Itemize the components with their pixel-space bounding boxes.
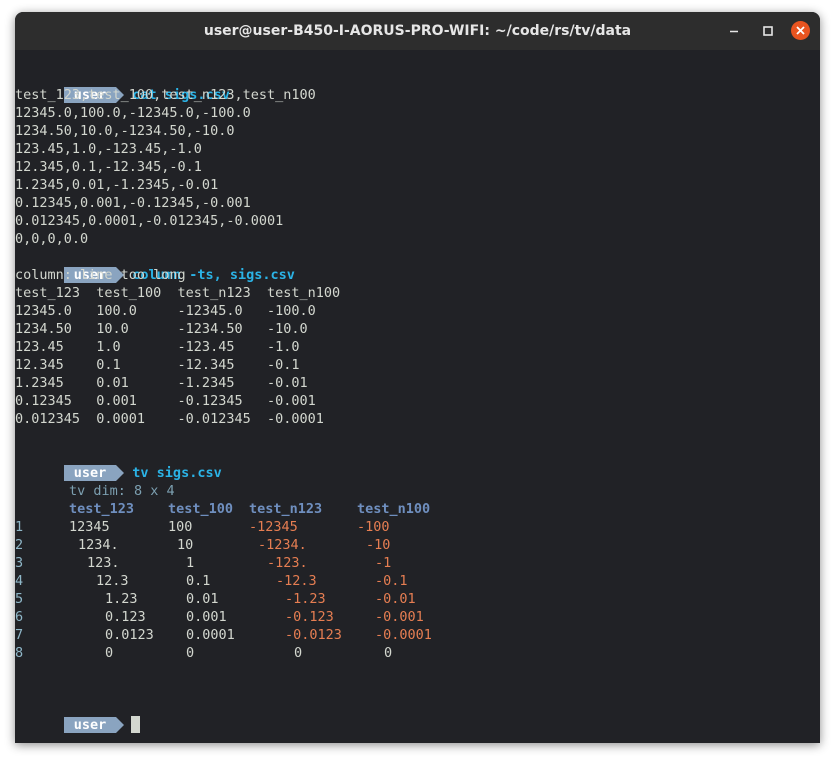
tv-header-test-n100: test_n100 [357, 501, 431, 517]
output-line: 1.2345,0.01,-1.2345,-0.01 [15, 177, 219, 193]
cell-test-n123: -1234. [258, 537, 307, 553]
cell-test-100: 0.001 [186, 609, 227, 625]
warning-line: column: line too long [15, 267, 186, 283]
row-number: 7 [15, 627, 24, 643]
cell-test-n123: -123. [267, 555, 308, 571]
row-number: 5 [15, 591, 24, 607]
row-number: 8 [15, 645, 24, 661]
output-line: 0,0,0,0.0 [15, 231, 89, 247]
terminal-window: user@user-B450-I-AORUS-PRO-WIFI: ~/code/… [15, 12, 820, 743]
cell-test-n123: -12345 [249, 519, 298, 535]
close-icon[interactable] [791, 21, 810, 40]
tv-header-test-n123: test_n123 [249, 501, 323, 517]
tv-row: 1 12345 100 -12345 -100 [15, 518, 820, 536]
prompt-line-tv: user tv sigs.csv [15, 446, 820, 481]
cell-test-123: 1.23 [105, 591, 138, 607]
row-number: 4 [15, 573, 24, 589]
output-line: test_123,test_100,test_n123,test_n100 [15, 87, 316, 103]
output-line: 0.12345,0.001,-0.12345,-0.001 [15, 195, 251, 211]
maximize-icon[interactable] [758, 21, 778, 41]
cell-test-n100: -1 [375, 555, 392, 571]
output-line: 123.45,1.0,-123.45,-1.0 [15, 141, 202, 157]
cell-test-100: 0.1 [186, 573, 211, 589]
tv-output: tv dim: 8 x 4 test_123 test_100 test_n12… [15, 482, 820, 662]
minimize-icon[interactable] [724, 21, 744, 41]
cell-test-123: 123. [87, 555, 120, 571]
output-line: 0.12345 0.001 -0.12345 -0.001 [15, 393, 316, 409]
cell-test-n100: 0 [384, 645, 393, 661]
cell-test-123: 0.0123 [105, 627, 154, 643]
window-title: user@user-B450-I-AORUS-PRO-WIFI: ~/code/… [203, 23, 632, 39]
cell-test-n100: -0.1 [375, 573, 408, 589]
cell-test-n100: -100 [357, 519, 390, 535]
output-line: 1234.50 10.0 -1234.50 -10.0 [15, 321, 308, 337]
tv-header-row: test_123 test_100 test_n123 test_n100 [15, 500, 820, 518]
cell-test-123: 0.123 [105, 609, 146, 625]
prompt-line-column: user column -ts, sigs.csv [15, 248, 820, 283]
prompt-line-cat: user cat sigs.csv [15, 68, 820, 103]
output-line: 1.2345 0.01 -1.2345 -0.01 [15, 375, 308, 391]
output-line: 12345.0 100.0 -12345.0 -100.0 [15, 303, 316, 319]
tv-header-test-123: test_123 [69, 501, 135, 517]
output-line: test_123 test_100 test_n123 test_n100 [15, 285, 341, 301]
text-cursor[interactable] [131, 716, 141, 733]
cell-test-100: 100 [168, 519, 193, 535]
tv-row: 4 12.3 0.1 -12.3 -0.1 [15, 572, 820, 590]
cell-test-n100: -0.01 [375, 591, 416, 607]
row-number: 1 [15, 519, 24, 535]
column-output: column: line too long test_123 test_100 … [15, 266, 820, 428]
cell-test-n123: 0 [294, 645, 303, 661]
cell-test-n100: -10 [366, 537, 391, 553]
tv-row: 7 0.0123 0.0001 -0.0123 -0.0001 [15, 626, 820, 644]
title-bar[interactable]: user@user-B450-I-AORUS-PRO-WIFI: ~/code/… [15, 12, 820, 50]
cell-test-100: 10 [177, 537, 194, 553]
cell-test-n100: -0.001 [375, 609, 424, 625]
cell-test-n123: -0.0123 [285, 627, 342, 643]
cell-test-123: 12.3 [96, 573, 129, 589]
tv-row: 2 1234. 10 -1234. -10 [15, 536, 820, 554]
cell-test-n123: -0.123 [285, 609, 334, 625]
output-line: 12345.0,100.0,-12345.0,-100.0 [15, 105, 251, 121]
tv-row: 3 123. 1 -123. -1 [15, 554, 820, 572]
cat-output: test_123,test_100,test_n123,test_n100 12… [15, 86, 820, 248]
tv-row: 6 0.123 0.001 -0.123 -0.001 [15, 608, 820, 626]
tv-row: 5 1.23 0.01 -1.23 -0.01 [15, 590, 820, 608]
cell-test-123: 0 [105, 645, 114, 661]
row-number: 3 [15, 555, 24, 571]
output-line: 123.45 1.0 -123.45 -1.0 [15, 339, 300, 355]
cell-test-100: 0.0001 [186, 627, 235, 643]
tv-dim: tv dim: 8 x 4 [69, 483, 175, 499]
output-line: 1234.50,10.0,-1234.50,-10.0 [15, 123, 235, 139]
terminal-output[interactable]: user cat sigs.csv test_123,test_100,test_… [15, 68, 820, 738]
output-line: 12.345,0.1,-12.345,-0.1 [15, 159, 202, 175]
output-line: 0.012345 0.0001 -0.012345 -0.0001 [15, 411, 324, 427]
row-number: 2 [15, 537, 24, 553]
cell-test-123: 1234. [78, 537, 119, 553]
tv-row: 8 0 0 0 0 [15, 644, 820, 662]
row-number: 6 [15, 609, 24, 625]
cell-test-123: 12345 [69, 519, 110, 535]
tv-dim-line: tv dim: 8 x 4 [15, 482, 820, 500]
cell-test-n123: -12.3 [276, 573, 317, 589]
cell-test-n123: -1.23 [285, 591, 326, 607]
prompt-line-active[interactable]: user [15, 698, 820, 733]
cell-test-100: 0 [186, 645, 195, 661]
cell-test-100: 0.01 [186, 591, 219, 607]
tv-header-test-100: test_100 [168, 501, 234, 517]
prompt-user-badge: user [63, 717, 124, 733]
output-line: 0.012345,0.0001,-0.012345,-0.0001 [15, 213, 284, 229]
output-line: 12.345 0.1 -12.345 -0.1 [15, 357, 300, 373]
cell-test-n100: -0.0001 [375, 627, 432, 643]
cell-test-100: 1 [186, 555, 195, 571]
